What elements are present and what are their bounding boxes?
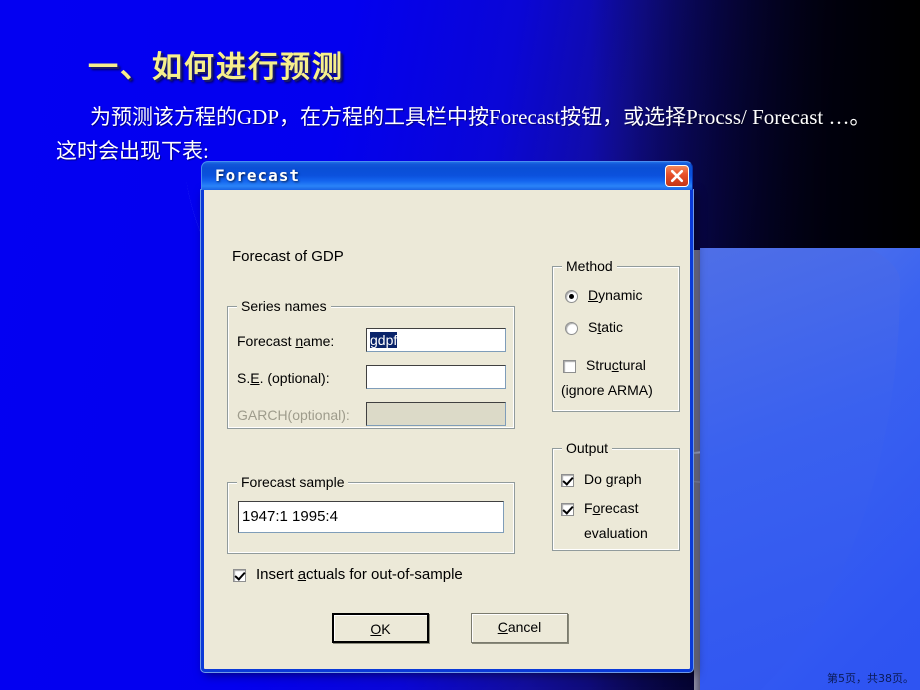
se-optional-label-accel: E (250, 370, 260, 386)
close-icon[interactable] (665, 165, 689, 187)
forecast-name-value: gdpf (370, 332, 398, 348)
forecast-name-label: Forecast name: (237, 333, 334, 349)
forecast-sample-group-title: Forecast sample (237, 474, 349, 490)
cancel-button-label-accel: C (497, 619, 508, 635)
method-structural-checkbox[interactable] (563, 360, 576, 373)
forecast-sample-value: 1947:1 1995:4 (242, 508, 338, 525)
ok-button-label-accel: O (370, 621, 382, 637)
method-dynamic-label-accel: D (588, 287, 599, 303)
series-names-group-title: Series names (237, 298, 331, 314)
forecast-sample-input[interactable]: 1947:1 1995:4 (238, 501, 504, 533)
method-structural-label-accel: c (611, 357, 619, 373)
method-structural-sublabel: (ignore ARMA) (561, 382, 653, 398)
method-structural-label[interactable]: Structural (586, 357, 646, 373)
slide-canvas: 一、如何进行预测 为预测该方程的GDP，在方程的工具栏中按Forecast按钮，… (0, 0, 920, 690)
insert-actuals-label-accel: a (297, 566, 307, 583)
insert-actuals-label[interactable]: Insert actuals for out-of-sample (256, 566, 463, 583)
dialog-titlebar[interactable]: Forecast (201, 161, 693, 190)
insert-actuals-label-pre: Insert (256, 566, 298, 583)
output-do-graph-checkbox[interactable] (561, 474, 574, 487)
cancel-button-label-post: ancel (507, 619, 542, 635)
page-title: 一、如何进行预测 (88, 50, 344, 85)
method-structural-label-pre: Stru (586, 357, 612, 373)
garch-optional-input (366, 402, 506, 426)
method-static-radio[interactable] (565, 322, 578, 335)
method-structural-label-post: tural (618, 357, 646, 373)
output-do-graph-label-accel: g (605, 471, 614, 487)
output-forecast-evaluation-label-post: recast (600, 500, 639, 516)
method-dynamic-label[interactable]: Dynamic (588, 287, 642, 303)
forecast-name-input[interactable]: gdpf (366, 328, 506, 352)
garch-optional-label: GARCH(optional): (237, 407, 350, 423)
method-dynamic-radio[interactable] (565, 290, 578, 303)
output-group-title: Output (562, 440, 613, 456)
output-forecast-evaluation-label[interactable]: Forecast (584, 500, 638, 516)
output-do-graph-label-post: raph (613, 471, 642, 487)
method-group-title: Method (562, 258, 617, 274)
method-static-label[interactable]: Static (588, 319, 623, 335)
page-indicator: 第5页，共38页。 (827, 672, 914, 685)
forecast-name-label-accel: n (295, 333, 304, 349)
method-static-label-post: atic (601, 319, 624, 335)
se-optional-label-pre: S. (237, 370, 251, 386)
se-optional-label: S.E. (optional): (237, 370, 330, 386)
forecast-of-heading: Forecast of GDP (232, 248, 344, 265)
dialog-body: Forecast of GDP Series names Forecast na… (204, 190, 690, 669)
forecast-name-label-pre: Forecast (237, 333, 296, 349)
output-do-graph-label-pre: Do (584, 471, 606, 487)
ok-button-label-post: K (381, 621, 391, 637)
dialog-title: Forecast (215, 166, 301, 185)
output-forecast-evaluation-label-pre: F (584, 500, 593, 516)
se-optional-input[interactable] (366, 365, 506, 389)
cancel-button[interactable]: Cancel (471, 613, 568, 643)
body-paragraph: 为预测该方程的GDP，在方程的工具栏中按Forecast按钮，或选择Procss… (56, 100, 896, 168)
output-do-graph-label[interactable]: Do graph (584, 471, 642, 487)
forecast-name-label-post: ame: (303, 333, 335, 349)
output-forecast-evaluation-sublabel: evaluation (584, 525, 648, 541)
method-dynamic-label-post: ynamic (598, 287, 643, 303)
ok-button[interactable]: OK (332, 613, 429, 643)
se-optional-label-post: . (optional): (259, 370, 330, 386)
method-static-label-pre: S (588, 319, 598, 335)
insert-actuals-checkbox[interactable] (233, 569, 246, 582)
body-paragraph-line-1: 为预测该方程的GDP，在方程的工具栏中按Forecast按钮，或选择Procss… (90, 105, 871, 129)
forecast-dialog: Forecast Forecast of GDP Series names Fo… (201, 161, 693, 672)
insert-actuals-label-post: ctuals for out-of-sample (306, 566, 463, 583)
output-forecast-evaluation-checkbox[interactable] (561, 503, 574, 516)
